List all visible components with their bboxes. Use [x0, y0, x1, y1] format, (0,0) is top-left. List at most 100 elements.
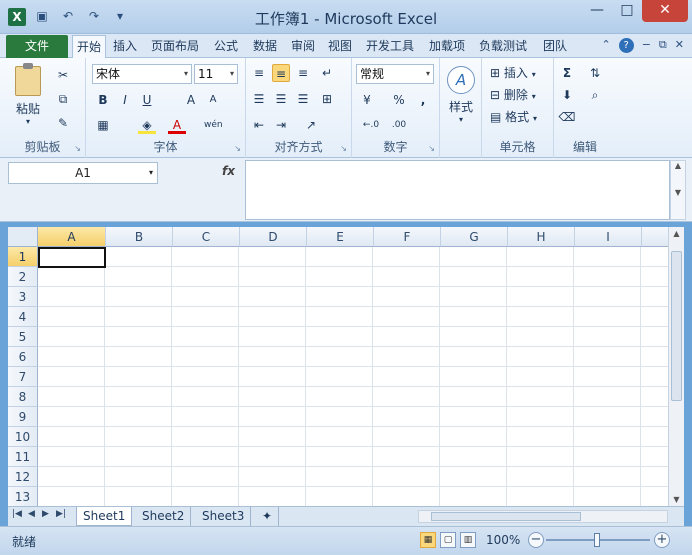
normal-view-icon[interactable]: ▦	[420, 532, 436, 548]
column-header[interactable]: A	[38, 227, 106, 247]
clipboard-launcher-icon[interactable]: ↘	[74, 144, 81, 153]
number-launcher-icon[interactable]: ↘	[428, 144, 435, 153]
increase-decimal-button[interactable]: ←.0	[358, 116, 384, 134]
next-sheet-icon[interactable]: ▶	[42, 509, 49, 519]
tab-insert[interactable]: 插入	[113, 37, 137, 55]
column-header[interactable]: G	[441, 227, 508, 247]
chevron-down-icon[interactable]: ▾	[149, 163, 153, 183]
horizontal-scrollbar[interactable]	[418, 510, 668, 523]
tab-load-test[interactable]: 负载测试	[479, 37, 527, 55]
column-header[interactable]: B	[106, 227, 173, 247]
row-header[interactable]: 4	[8, 307, 38, 327]
name-box[interactable]: A1 ▾	[8, 162, 158, 184]
tab-team[interactable]: 团队	[543, 37, 567, 55]
insert-function-button[interactable]: fx	[222, 164, 235, 178]
fill-color-icon[interactable]: ◈	[138, 116, 156, 134]
tab-formulas[interactable]: 公式	[214, 37, 238, 55]
font-launcher-icon[interactable]: ↘	[234, 144, 241, 153]
row-header[interactable]: 5	[8, 327, 38, 347]
column-header[interactable]: F	[374, 227, 441, 247]
row-header[interactable]: 1	[8, 247, 38, 267]
insert-cells-button[interactable]: ⊞ 插入 ▾	[490, 64, 536, 82]
tab-file[interactable]: 文件	[6, 35, 68, 58]
row-header[interactable]: 8	[8, 387, 38, 407]
align-center-icon[interactable]: ☰	[272, 90, 290, 108]
window-restore-icon[interactable]: ⧉	[659, 38, 667, 53]
column-header[interactable]: H	[508, 227, 575, 247]
horizontal-scroll-thumb[interactable]	[431, 512, 581, 521]
shrink-font-button[interactable]: A	[204, 91, 222, 109]
help-icon[interactable]: ?	[618, 38, 634, 53]
tab-data[interactable]: 数据	[253, 37, 277, 55]
scroll-up-icon[interactable]: ▲	[669, 229, 684, 238]
accounting-format-icon[interactable]: ¥	[358, 91, 376, 109]
tab-review[interactable]: 审阅	[291, 37, 315, 55]
page-break-view-icon[interactable]: ▥	[460, 532, 476, 548]
column-header[interactable]: C	[173, 227, 240, 247]
decrease-indent-icon[interactable]: ⇤	[250, 116, 268, 134]
sheet-tab-sheet3[interactable]: Sheet3	[196, 507, 252, 526]
underline-button[interactable]: U	[138, 91, 156, 109]
sheet-tab-sheet2[interactable]: Sheet2	[136, 507, 192, 526]
column-header[interactable]: D	[240, 227, 307, 247]
row-header[interactable]: 3	[8, 287, 38, 307]
wrap-text-icon[interactable]: ↵	[318, 64, 336, 82]
zoom-level[interactable]: 100%	[486, 533, 520, 547]
number-format-dropdown[interactable]: 常规 ▾	[356, 64, 434, 84]
styles-button[interactable]: A 样式 ▾	[444, 66, 478, 124]
format-cells-button[interactable]: ▤ 格式 ▾	[490, 108, 537, 126]
align-bottom-icon[interactable]: ≡	[294, 64, 312, 82]
row-header[interactable]: 7	[8, 367, 38, 387]
font-name-dropdown[interactable]: 宋体 ▾	[92, 64, 192, 84]
alignment-launcher-icon[interactable]: ↘	[340, 144, 347, 153]
formula-input[interactable]	[245, 160, 670, 220]
copy-icon[interactable]: ⧉	[54, 90, 72, 108]
delete-cells-button[interactable]: ⊟ 删除 ▾	[490, 86, 536, 104]
border-icon[interactable]: ▦	[94, 116, 112, 134]
zoom-out-button[interactable]: −	[528, 532, 544, 548]
row-header[interactable]: 2	[8, 267, 38, 287]
comma-style-button[interactable]: ,	[414, 91, 432, 109]
align-left-icon[interactable]: ☰	[250, 90, 268, 108]
clear-icon[interactable]: ⌫	[558, 108, 576, 126]
column-header[interactable]: E	[307, 227, 374, 247]
styles-dropdown-icon[interactable]: ▾	[444, 115, 478, 124]
autosum-button[interactable]: Σ	[558, 64, 576, 82]
minimize-ribbon-icon[interactable]: ⌃	[601, 38, 610, 53]
page-layout-view-icon[interactable]: ▢	[440, 532, 456, 548]
last-sheet-icon[interactable]: ▶|	[56, 509, 66, 519]
zoom-slider-thumb[interactable]	[594, 533, 600, 547]
vertical-scrollbar[interactable]: ▲ ▼	[668, 227, 684, 506]
tab-home[interactable]: 开始	[72, 35, 107, 59]
close-button[interactable]: ✕	[642, 0, 688, 22]
font-color-button[interactable]: A	[168, 116, 186, 134]
row-header[interactable]: 13	[8, 487, 38, 506]
italic-button[interactable]: I	[116, 91, 134, 109]
formula-bar-expand[interactable]: ▲ ▼	[670, 160, 686, 220]
grow-font-button[interactable]: A	[182, 91, 200, 109]
select-all-corner[interactable]	[8, 227, 38, 247]
row-header[interactable]: 12	[8, 467, 38, 487]
window-close-icon[interactable]: ✕	[675, 38, 684, 53]
align-right-icon[interactable]: ☰	[294, 90, 312, 108]
window-minimize-icon[interactable]: −	[642, 38, 651, 53]
scroll-down-icon[interactable]: ▼	[669, 495, 684, 504]
tab-addins[interactable]: 加载项	[429, 37, 465, 55]
cut-icon[interactable]: ✂	[54, 66, 72, 84]
sheet-tab-sheet1[interactable]: Sheet1	[76, 507, 133, 526]
tab-page-layout[interactable]: 页面布局	[151, 37, 199, 55]
row-header[interactable]: 11	[8, 447, 38, 467]
prev-sheet-icon[interactable]: ◀	[28, 509, 35, 519]
find-select-icon[interactable]: ⌕	[586, 86, 604, 104]
bold-button[interactable]: B	[94, 91, 112, 109]
font-size-dropdown[interactable]: 11 ▾	[194, 64, 238, 84]
vertical-scroll-thumb[interactable]	[671, 251, 682, 401]
minimize-button[interactable]: —	[582, 0, 612, 22]
zoom-in-button[interactable]: +	[654, 532, 670, 548]
paste-button[interactable]: 粘贴 ▾	[10, 63, 46, 126]
phonetic-button[interactable]: wén	[204, 116, 223, 134]
row-header[interactable]: 10	[8, 427, 38, 447]
zoom-slider[interactable]	[546, 533, 650, 547]
row-header[interactable]: 6	[8, 347, 38, 367]
maximize-button[interactable]: □	[612, 0, 642, 22]
